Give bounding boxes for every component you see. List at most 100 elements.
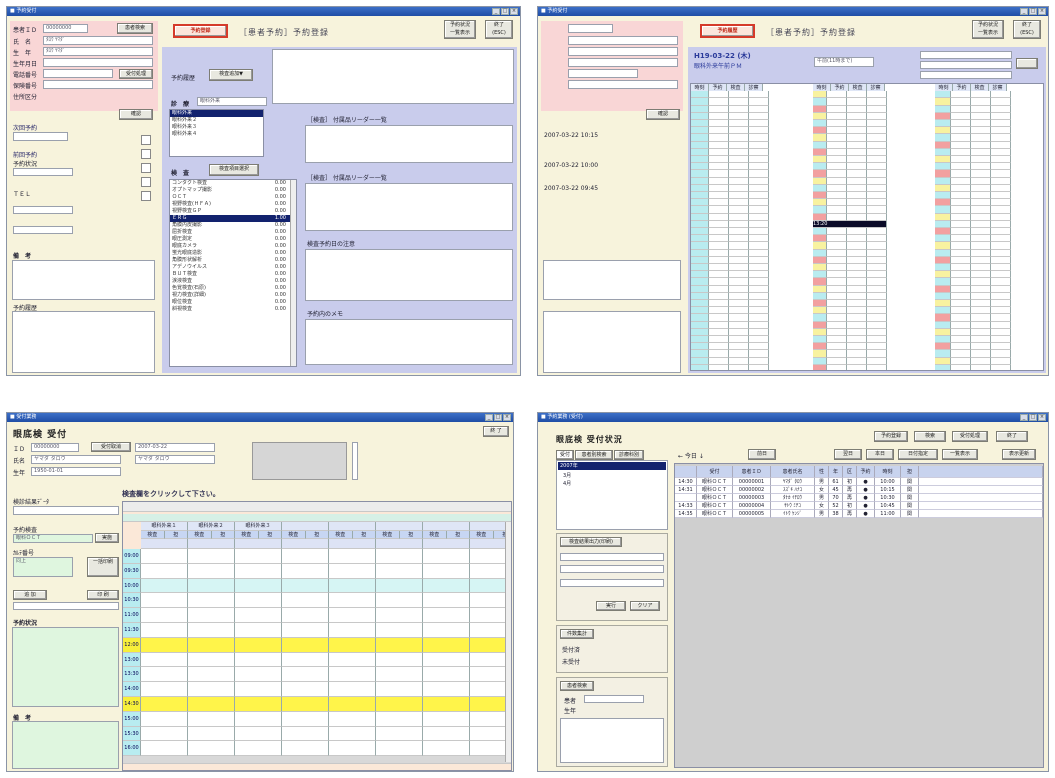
time-cell[interactable] <box>691 321 709 329</box>
exam-list-item[interactable]: 角膜内皮撮影 0.00 <box>170 222 296 229</box>
phone-input[interactable] <box>568 69 638 78</box>
slot-cell[interactable] <box>813 163 827 171</box>
time-cell[interactable]: 14:30 <box>123 697 141 712</box>
table-cell[interactable]: 52 <box>829 502 843 510</box>
slot-cell[interactable] <box>282 549 329 564</box>
slot-cell[interactable] <box>749 184 769 192</box>
slot-cell[interactable] <box>709 336 729 344</box>
column-group-header[interactable] <box>282 522 329 531</box>
slot-cell[interactable] <box>813 357 827 365</box>
reservation-history-button[interactable]: 予約履歴 <box>700 24 755 38</box>
slot-cell[interactable] <box>991 264 1011 272</box>
slot-cell[interactable] <box>749 256 769 264</box>
slot-cell[interactable] <box>867 285 887 293</box>
slot-cell[interactable] <box>971 170 991 178</box>
slot-cell[interactable] <box>991 328 1011 336</box>
slot-cell[interactable] <box>867 364 887 370</box>
slot-cell[interactable] <box>709 292 729 300</box>
slot-cell[interactable] <box>729 300 749 308</box>
slot-cell[interactable] <box>749 271 769 279</box>
slot-cell[interactable] <box>729 336 749 344</box>
slot-cell[interactable] <box>867 163 887 171</box>
slot-cell[interactable] <box>813 336 827 344</box>
slot-cell[interactable] <box>991 249 1011 257</box>
output-clear-button[interactable]: クリア <box>630 601 660 611</box>
slot-cell[interactable] <box>827 249 847 257</box>
tab-patient-search[interactable]: 患者別検索 <box>575 450 613 460</box>
reception-button[interactable]: 受付処理 <box>119 69 153 79</box>
slot-cell[interactable] <box>813 307 827 315</box>
slot-cell[interactable] <box>749 156 769 164</box>
slot-cell[interactable] <box>729 364 749 370</box>
maximize-icon[interactable]: □ <box>501 8 509 15</box>
checkbox[interactable] <box>141 191 151 201</box>
slot-cell[interactable] <box>729 170 749 178</box>
slot-cell[interactable] <box>935 148 951 156</box>
slot-cell[interactable] <box>709 98 729 106</box>
table-cell[interactable] <box>919 478 1043 486</box>
table-cell[interactable]: 眼科ＯＣＴ <box>697 486 733 494</box>
slot-cell[interactable] <box>235 667 282 683</box>
table-cell[interactable]: ● <box>857 510 875 518</box>
slot-cell[interactable] <box>282 563 329 579</box>
slot-cell[interactable] <box>729 141 749 149</box>
table-cell[interactable]: 眼科ＯＣＴ <box>697 494 733 502</box>
patient-kana-input[interactable] <box>568 47 678 56</box>
time-cell[interactable]: 10:00 <box>123 578 141 594</box>
time-cell[interactable] <box>691 184 709 192</box>
slot-cell[interactable] <box>329 608 376 623</box>
slot-cell[interactable] <box>282 697 329 712</box>
slot-cell[interactable] <box>813 292 827 300</box>
slot-cell[interactable] <box>971 91 991 99</box>
slot-cell[interactable] <box>971 112 991 120</box>
time-cell[interactable] <box>691 292 709 300</box>
slot-cell[interactable] <box>749 170 769 178</box>
exam-list-item[interactable]: 眼底カメラ 0.00 <box>170 243 296 250</box>
column-group-header[interactable] <box>423 522 470 531</box>
icon-row[interactable] <box>141 539 188 549</box>
slot-cell[interactable] <box>827 328 847 336</box>
slot-cell[interactable] <box>423 711 470 727</box>
slot-cell[interactable] <box>867 278 887 286</box>
slot-cell[interactable] <box>329 593 376 609</box>
reserved-exam-value[interactable]: 眼科ＯＣＴ <box>13 534 93 543</box>
slot-cell[interactable] <box>749 264 769 272</box>
slot-cell[interactable] <box>827 206 847 214</box>
slot-cell[interactable] <box>235 637 282 653</box>
slot-cell[interactable] <box>141 741 188 757</box>
time-cell[interactable] <box>691 328 709 336</box>
slot-cell[interactable] <box>709 112 729 120</box>
time-cell[interactable] <box>691 249 709 257</box>
confirm-button[interactable]: 確認 <box>119 109 153 120</box>
table-cell[interactable]: 14:33 <box>675 502 697 510</box>
footer-row[interactable] <box>123 756 511 765</box>
dept-item[interactable]: 眼科外来３ <box>170 124 263 131</box>
calendar-tree[interactable]: 2007年 3月 4月 <box>556 460 668 530</box>
slot-cell[interactable] <box>935 91 951 99</box>
slot-cell[interactable] <box>729 192 749 200</box>
slot-cell[interactable] <box>847 213 867 221</box>
slot-cell[interactable] <box>827 242 847 250</box>
slot-cell[interactable] <box>935 112 951 120</box>
tab-department[interactable]: 診療科別 <box>614 450 644 460</box>
slot-cell[interactable] <box>376 593 423 609</box>
slot-cell[interactable] <box>991 336 1011 344</box>
slot-cell[interactable] <box>951 112 971 120</box>
slot-cell[interactable] <box>951 206 971 214</box>
slot-cell[interactable] <box>867 256 887 264</box>
slot-cell[interactable] <box>749 242 769 250</box>
slot-cell[interactable] <box>729 292 749 300</box>
slot-cell[interactable] <box>729 256 749 264</box>
slot-cell[interactable] <box>847 271 867 279</box>
slot-cell[interactable] <box>729 148 749 156</box>
tab-reception[interactable]: 受付 <box>556 450 574 460</box>
schedule-grid[interactable]: 時刻 予約 検査 診察 時刻 予約 検査 診察 時刻 予約 検査 診察 13:20 <box>690 83 1044 371</box>
slot-cell[interactable] <box>951 285 971 293</box>
slot-cell[interactable] <box>813 206 827 214</box>
slot-cell[interactable] <box>813 177 827 185</box>
slot-cell[interactable] <box>827 141 847 149</box>
slot-cell[interactable] <box>867 120 887 128</box>
slot-cell[interactable] <box>813 184 827 192</box>
table-cell[interactable]: 再 <box>843 510 857 518</box>
slot-cell[interactable] <box>749 307 769 315</box>
